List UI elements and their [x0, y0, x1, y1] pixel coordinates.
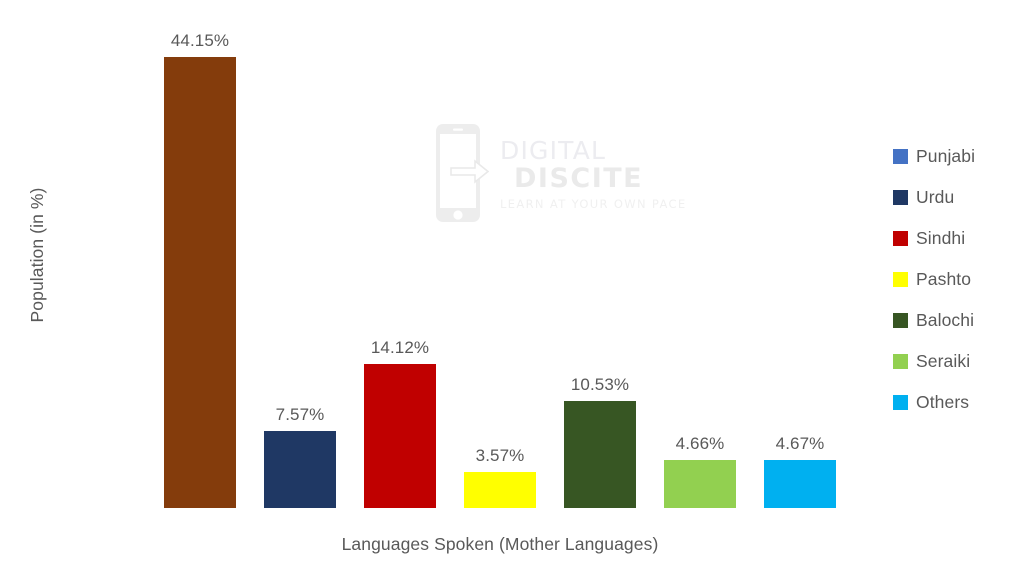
bar-value-label: 44.15%: [170, 31, 230, 50]
legend-item-seraiki[interactable]: Seraiki: [893, 341, 1023, 382]
legend-item-pashto[interactable]: Pashto: [893, 259, 1023, 300]
legend-item-label: Others: [916, 392, 970, 412]
bar-sindhi[interactable]: [364, 364, 436, 508]
bar-group: 4.67%: [750, 18, 850, 508]
bar-series: 44.15% 7.57% 14.12% 3.57% 10.53% 4.66% 4.67%: [150, 18, 850, 508]
legend-swatch-icon: [893, 313, 908, 328]
bar-pashto[interactable]: [464, 472, 536, 508]
legend-item-punjabi[interactable]: Punjabi: [893, 136, 1023, 177]
legend-swatch-icon: [893, 272, 908, 287]
legend: Punjabi Urdu Sindhi Pashto Balochi Seraiki Oth…: [893, 136, 1023, 423]
legend-item-label: Pashto: [916, 269, 972, 289]
y-axis-title: Population (in %): [27, 187, 47, 323]
legend-item-others[interactable]: Others: [893, 382, 1023, 423]
bar-value-label: 4.67%: [775, 434, 825, 453]
bar-value-label: 14.12%: [370, 338, 430, 357]
bar-value-label: 7.57%: [275, 405, 325, 424]
bar-urdu[interactable]: [264, 431, 336, 508]
bar-value-label: 10.53%: [570, 375, 630, 394]
x-axis-title: Languages Spoken (Mother Languages): [341, 534, 659, 554]
bar-group: 10.53%: [550, 18, 650, 508]
bar-others[interactable]: [764, 460, 836, 508]
legend-item-label: Seraiki: [916, 351, 971, 371]
bar-chart: Population (in %) DIGITAL DISCITE LEARN …: [0, 0, 1024, 576]
bar-group: 14.12%: [350, 18, 450, 508]
legend-swatch-icon: [893, 190, 908, 205]
bar-seraiki[interactable]: [664, 460, 736, 508]
bar-value-label: 4.66%: [675, 434, 725, 453]
bar-balochi[interactable]: [564, 401, 636, 508]
legend-swatch-icon: [893, 231, 908, 246]
legend-item-label: Sindhi: [916, 228, 966, 248]
legend-item-label: Urdu: [916, 187, 955, 207]
legend-swatch-icon: [893, 149, 908, 164]
bar-value-label: 3.57%: [475, 446, 525, 465]
legend-swatch-icon: [893, 395, 908, 410]
legend-item-balochi[interactable]: Balochi: [893, 300, 1023, 341]
legend-item-label: Balochi: [916, 310, 975, 330]
bar-punjabi[interactable]: [164, 57, 236, 508]
bar-group: 4.66%: [650, 18, 750, 508]
bar-group: 3.57%: [450, 18, 550, 508]
legend-item-label: Punjabi: [916, 146, 976, 166]
legend-item-urdu[interactable]: Urdu: [893, 177, 1023, 218]
bar-group: 44.15%: [150, 18, 250, 508]
legend-item-sindhi[interactable]: Sindhi: [893, 218, 1023, 259]
bar-group: 7.57%: [250, 18, 350, 508]
plot-area: 44.15% 7.57% 14.12% 3.57% 10.53% 4.66% 4.67%: [150, 18, 850, 508]
legend-swatch-icon: [893, 354, 908, 369]
